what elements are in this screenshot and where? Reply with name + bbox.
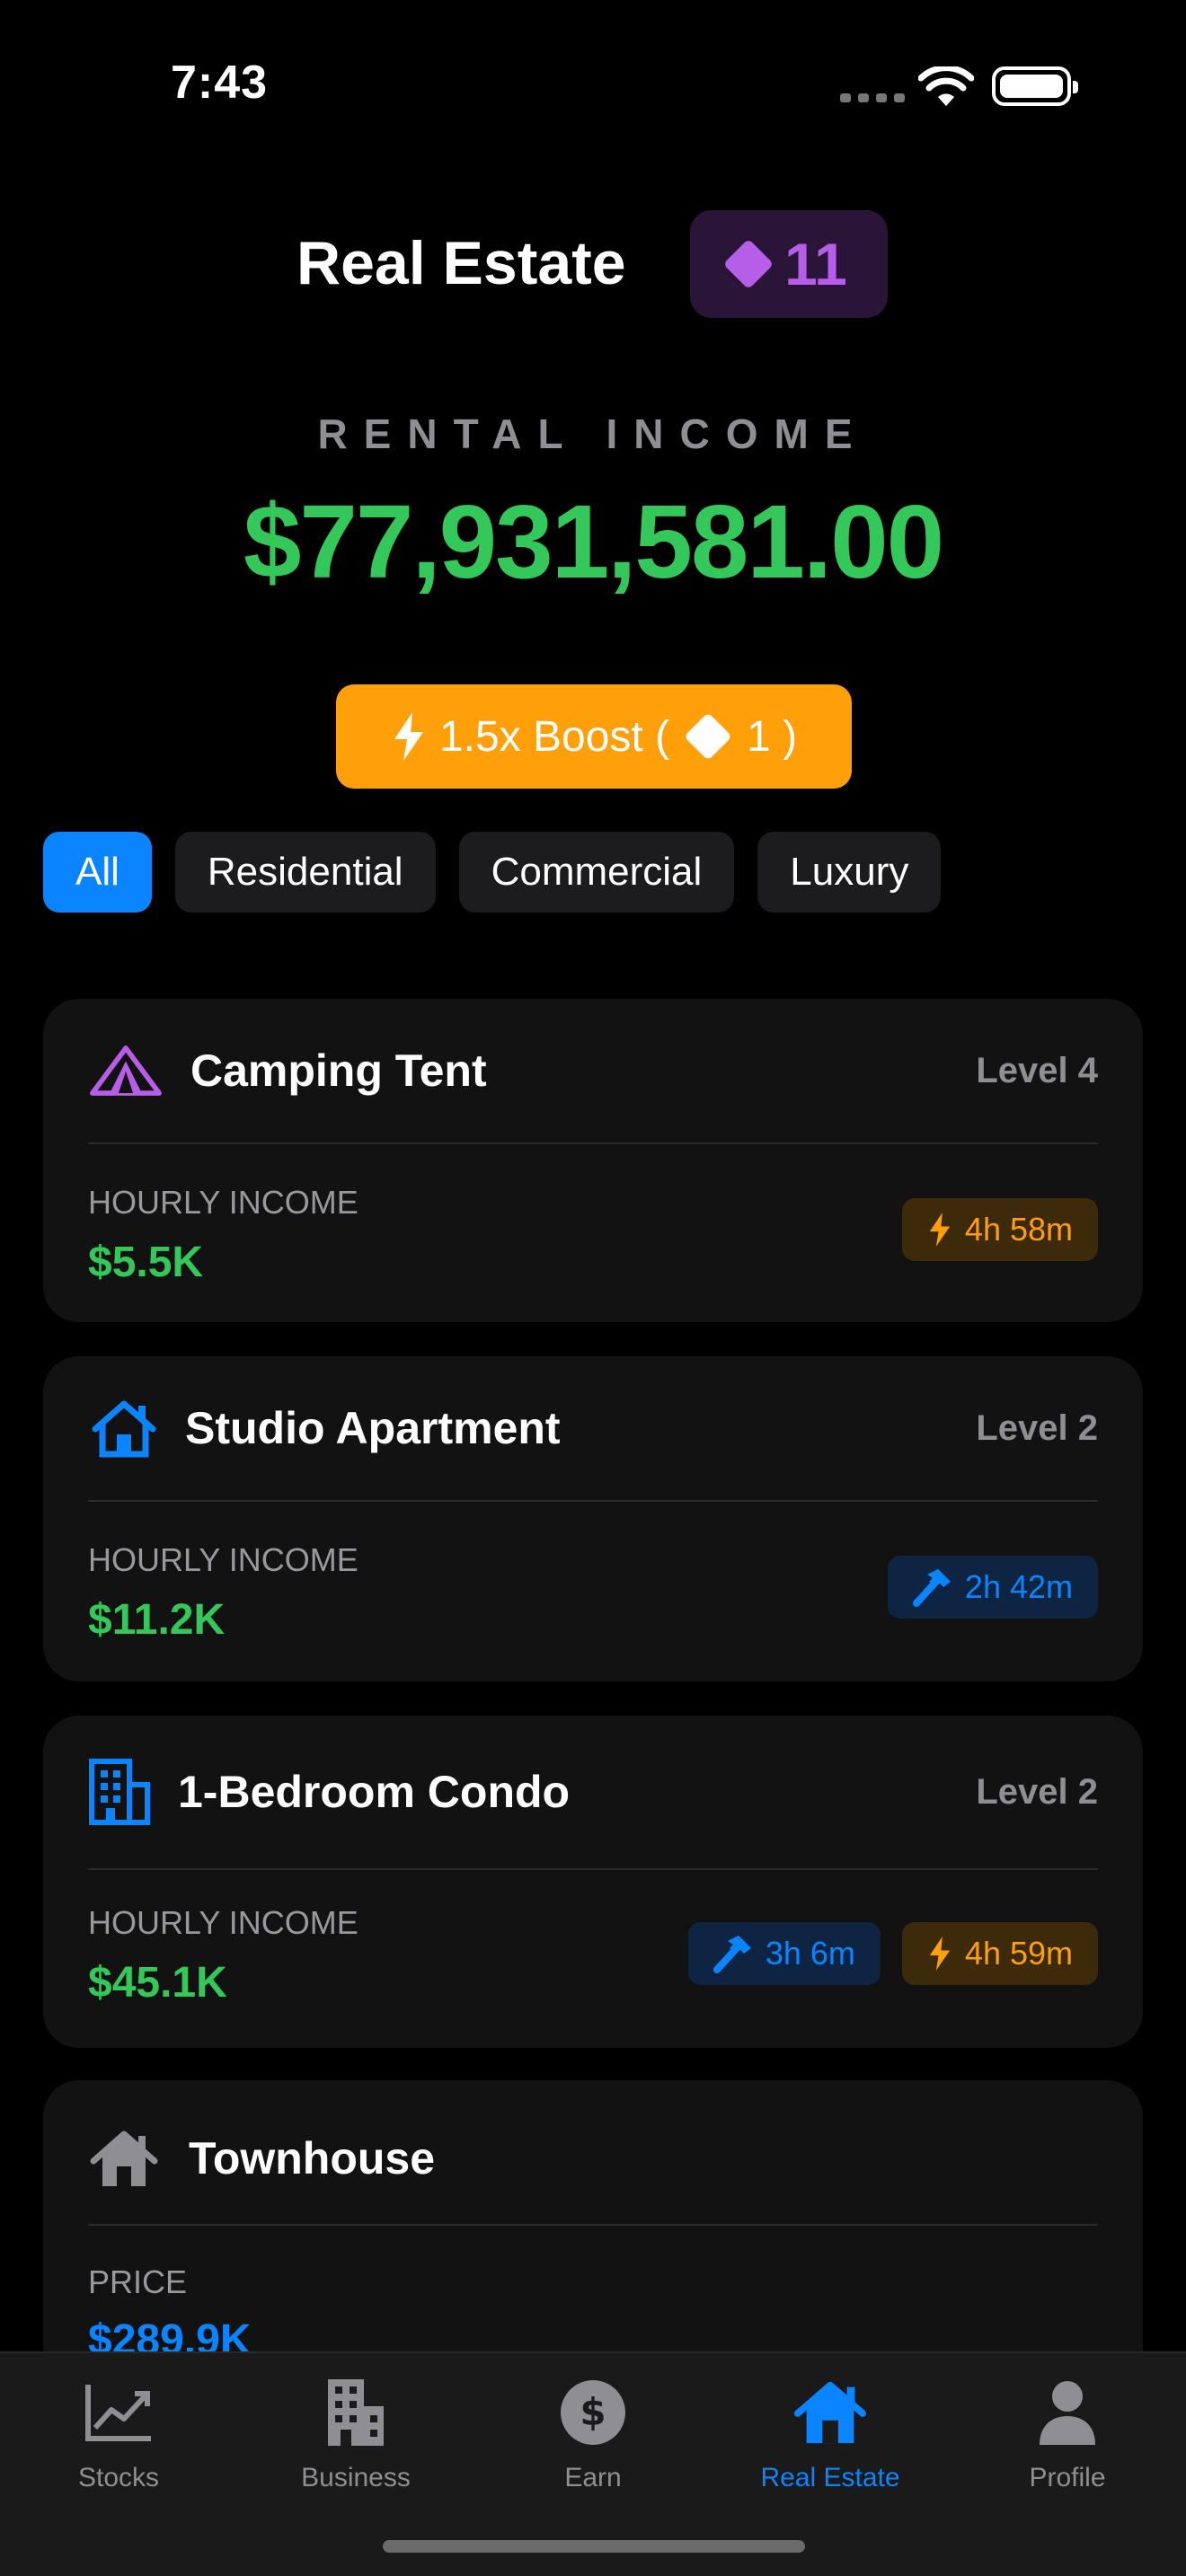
tab-business[interactable]: Business: [237, 2375, 474, 2493]
page-title: Real Estate: [296, 229, 626, 297]
tab-profile[interactable]: Profile: [949, 2375, 1186, 2493]
hourly-income-label: HOURLY INCOME: [88, 1904, 358, 1941]
tab-label: Profile: [1029, 2463, 1106, 2492]
house-icon: [88, 1390, 160, 1466]
property-card-camping-tent[interactable]: Camping Tent Level 4 HOURLY INCOME $5.5K…: [43, 999, 1143, 1322]
gem-icon: [684, 712, 732, 761]
chart-icon: [81, 2375, 156, 2450]
hammer-icon: [912, 1569, 951, 1607]
lightning-icon: [394, 712, 423, 761]
tent-icon: [88, 1033, 164, 1108]
boost-timer-badge: 4h 58m: [901, 1198, 1098, 1261]
building-icon: [318, 2375, 394, 2450]
boost-button[interactable]: 1.5x Boost ( 1 ): [336, 684, 852, 789]
tab-label: Business: [301, 2463, 411, 2492]
rental-income-label: RENTAL INCOME: [317, 410, 869, 457]
property-name: Townhouse: [189, 2133, 436, 2183]
lightning-icon: [929, 1213, 951, 1247]
property-level: Level 2: [976, 1771, 1098, 1812]
property-name: 1-Bedroom Condo: [178, 1767, 571, 1817]
property-card-studio-apartment[interactable]: Studio Apartment Level 2 HOURLY INCOME $…: [43, 1356, 1143, 1681]
gem-count: 11: [784, 231, 847, 297]
hourly-income-label: HOURLY INCOME: [88, 1184, 358, 1221]
gem-balance[interactable]: 11: [690, 210, 888, 318]
lightning-icon: [929, 1936, 951, 1971]
boost-cost: 1 ): [747, 712, 798, 761]
house-icon: [792, 2375, 868, 2450]
tab-label: Stocks: [77, 2463, 160, 2492]
tab-label: Real Estate: [760, 2463, 900, 2492]
filter-all[interactable]: All: [43, 832, 152, 913]
build-timer-badge: 2h 42m: [887, 1556, 1098, 1619]
boost-timer-badge: 4h 59m: [901, 1922, 1098, 1985]
filter-chips: All Residential Commercial Luxury: [43, 832, 942, 913]
divider: [88, 1868, 1098, 1870]
filter-luxury[interactable]: Luxury: [757, 832, 942, 913]
divider: [88, 1500, 1098, 1502]
person-icon: [1030, 2375, 1105, 2450]
property-name: Camping Tent: [190, 1045, 487, 1096]
boost-label: 1.5x Boost (: [438, 712, 670, 761]
price-label: PRICE: [88, 2263, 188, 2300]
cellular-icon: [840, 93, 905, 102]
townhouse-icon: [88, 2121, 160, 2196]
wifi-icon: [918, 66, 974, 106]
property-level: Level 2: [976, 1407, 1098, 1448]
dollar-icon: $: [555, 2375, 631, 2450]
gem-icon: [722, 238, 774, 290]
build-timer-badge: 3h 6m: [687, 1922, 881, 1985]
timer-text: 4h 58m: [964, 1211, 1073, 1248]
home-indicator: [383, 2540, 805, 2553]
svg-text:$: $: [580, 2390, 606, 2434]
tab-label: Earn: [564, 2463, 622, 2492]
divider: [88, 2224, 1098, 2226]
rental-income-value: $77,931,581.00: [243, 483, 944, 600]
hourly-income-value: $5.5K: [88, 1239, 204, 1286]
tab-real-estate[interactable]: Real Estate: [712, 2375, 949, 2493]
filter-commercial[interactable]: Commercial: [458, 832, 735, 913]
timer-text: 4h 59m: [964, 1935, 1073, 1972]
building-icon: [88, 1754, 151, 1830]
divider: [88, 1142, 1098, 1144]
property-card-1-bedroom-condo[interactable]: 1-Bedroom Condo Level 2 HOURLY INCOME $4…: [43, 1716, 1143, 2048]
filter-residential[interactable]: Residential: [174, 832, 436, 913]
hammer-icon: [712, 1936, 751, 1973]
tab-stocks[interactable]: Stocks: [0, 2375, 237, 2493]
battery-icon: [992, 66, 1078, 106]
hourly-income-value: $11.2K: [88, 1596, 226, 1644]
hourly-income-label: HOURLY INCOME: [88, 1541, 358, 1578]
property-name: Studio Apartment: [185, 1403, 561, 1453]
tab-earn[interactable]: $ Earn: [474, 2375, 712, 2493]
property-level: Level 4: [976, 1050, 1098, 1090]
status-time: 7:43: [171, 57, 269, 109]
timer-text: 3h 6m: [765, 1935, 855, 1972]
hourly-income-value: $45.1K: [88, 1959, 227, 2007]
timer-text: 2h 42m: [964, 1568, 1073, 1605]
